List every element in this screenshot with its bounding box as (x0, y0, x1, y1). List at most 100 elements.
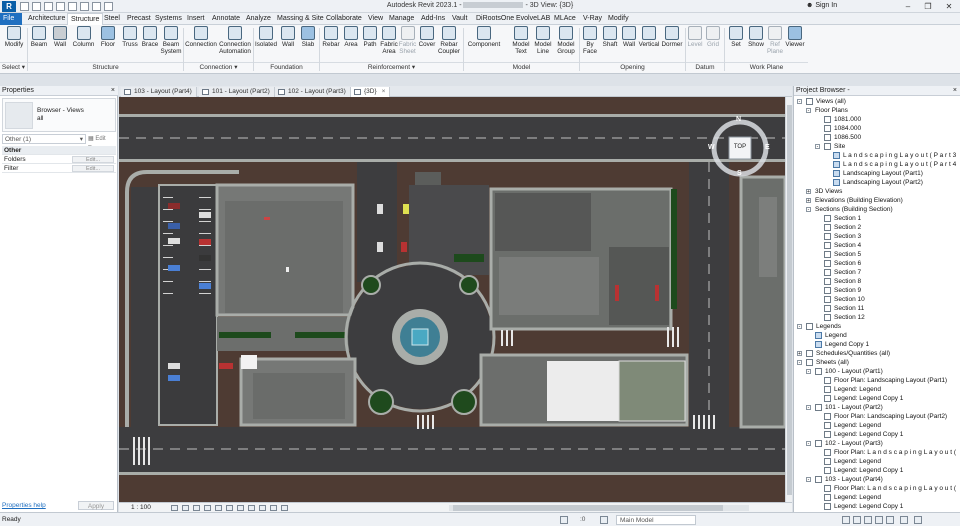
model-group-button[interactable]: Model Group (554, 26, 578, 62)
tab-analyze[interactable]: Analyze (243, 13, 274, 25)
browser-node[interactable]: L a n d s c a p i n g L a y o u t ( P a … (794, 160, 960, 169)
group-reinforcement[interactable]: Reinforcement ▾ (320, 62, 463, 72)
tab-systems[interactable]: Systems (152, 13, 185, 25)
project-browser-close-icon[interactable]: × (953, 86, 957, 96)
browser-node[interactable]: - Sections (Building Section) (794, 205, 960, 214)
scrollbar-thumb[interactable] (787, 105, 792, 495)
tab-manage[interactable]: Manage (386, 13, 417, 25)
tab-insert[interactable]: Insert (184, 13, 208, 25)
tab-architecture[interactable]: Architecture (25, 13, 68, 25)
compass-north[interactable]: N (736, 116, 741, 123)
tab-mlace[interactable]: MLAce (551, 13, 579, 25)
detail-level-icon[interactable] (171, 505, 178, 511)
dormer-button[interactable]: Dormer (660, 26, 684, 62)
column-button[interactable]: Column (71, 26, 96, 62)
browser-node[interactable]: Section 2 (794, 223, 960, 232)
properties-help-link[interactable]: Properties help (2, 502, 46, 509)
browser-node[interactable]: Landscaping Layout (Part2) (794, 178, 960, 187)
browser-node[interactable]: - Views (all) (794, 97, 960, 106)
tab-structure[interactable]: Structure (67, 13, 104, 25)
visual-style-icon[interactable] (182, 505, 189, 511)
temporary-hide-icon[interactable] (259, 505, 266, 511)
3d-view-canvas[interactable]: TOP N S E W (119, 97, 785, 502)
maximize-button[interactable]: ❐ (918, 1, 938, 12)
shadows-icon[interactable] (204, 505, 211, 511)
collapse-icon[interactable]: - (797, 99, 802, 105)
group-select[interactable]: Select ▾ (0, 62, 27, 72)
view-horizontal-scrollbar[interactable] (449, 505, 749, 511)
modify-button[interactable]: Modify (2, 26, 26, 62)
worksets-icon[interactable] (560, 516, 568, 524)
browser-node[interactable]: Legend: Legend (794, 493, 960, 502)
model-text-button[interactable]: Model Text (510, 26, 532, 62)
tab-view-3d[interactable]: {3D} × (351, 87, 391, 97)
select-by-face-icon[interactable] (875, 516, 883, 524)
browser-node[interactable]: Legend (794, 331, 960, 340)
tab-vault[interactable]: Vault (449, 13, 470, 25)
brace-button[interactable]: Brace (140, 26, 160, 62)
beam-system-button[interactable]: Beam System (160, 26, 182, 62)
floor-button[interactable]: Floor (97, 26, 119, 62)
filter-icon[interactable] (900, 516, 908, 524)
tab-close-icon[interactable]: × (382, 88, 386, 95)
tab-view[interactable]: View (365, 13, 386, 25)
apply-button[interactable]: Apply (78, 501, 114, 510)
by-face-button[interactable]: By Face (580, 26, 600, 62)
tab-dirootsone[interactable]: DiRootsOne (473, 13, 517, 25)
beam-button[interactable]: Beam (28, 26, 50, 62)
compass-west[interactable]: W (708, 144, 715, 151)
tab-evolvelab[interactable]: EvolveLAB (513, 13, 553, 25)
wall-foundation-button[interactable]: Wall (278, 26, 298, 62)
close-button[interactable]: ✕ (939, 1, 959, 12)
path-button[interactable]: Path (360, 26, 380, 62)
select-underlay-icon[interactable] (853, 516, 861, 524)
tab-precast[interactable]: Precast (124, 13, 154, 25)
fabric-area-button[interactable]: Fabric Area (380, 26, 398, 62)
expand-icon[interactable]: + (806, 198, 811, 204)
browser-node[interactable]: Section 10 (794, 295, 960, 304)
edit-type-button[interactable]: ▦ Edit Type (88, 134, 116, 152)
ref-plane-button[interactable]: Ref Plane (766, 26, 784, 62)
lock-view-icon[interactable] (248, 505, 255, 511)
cover-button[interactable]: Cover (417, 26, 437, 62)
wall-opening-button[interactable]: Wall (620, 26, 638, 62)
browser-node[interactable]: + Schedules/Quantities (all) (794, 349, 960, 358)
collapse-icon[interactable]: - (806, 405, 811, 411)
collapse-icon[interactable]: - (806, 477, 811, 483)
browser-node[interactable]: Floor Plan: Landscaping Layout (Part1) (794, 376, 960, 385)
connection-automation-button[interactable]: Connection Automation (218, 26, 252, 62)
collapse-icon[interactable]: - (797, 324, 802, 330)
shaft-button[interactable]: Shaft (600, 26, 620, 62)
browser-node[interactable]: Section 3 (794, 232, 960, 241)
folders-edit-button[interactable]: Edit... (72, 156, 114, 163)
component-button[interactable]: Component (464, 26, 504, 62)
tab-annotate[interactable]: Annotate (209, 13, 243, 25)
render-icon[interactable] (215, 505, 222, 511)
browser-node[interactable]: - 100 - Layout (Part1) (794, 367, 960, 376)
browser-node[interactable]: Section 1 (794, 214, 960, 223)
tab-view-101[interactable]: 101 - Layout (Part2) (199, 87, 275, 97)
show-crop-icon[interactable] (237, 505, 244, 511)
browser-node[interactable]: L a n d s c a p i n g L a y o u t ( P a … (794, 151, 960, 160)
view-vertical-scrollbar[interactable] (785, 97, 792, 502)
browser-node[interactable]: Floor Plan: Landscaping Layout (Part2) (794, 412, 960, 421)
compass-south[interactable]: S (737, 170, 742, 177)
collapse-icon[interactable]: - (806, 369, 811, 375)
area-button[interactable]: Area (342, 26, 360, 62)
view-cube-top[interactable]: TOP (729, 144, 751, 150)
browser-node[interactable]: Section 11 (794, 304, 960, 313)
browser-node[interactable]: 1081.000 (794, 115, 960, 124)
minimize-button[interactable]: – (898, 1, 918, 12)
vertical-button[interactable]: Vertical (638, 26, 660, 62)
browser-node[interactable]: Floor Plan: L a n d s c a p i n g L a y … (794, 448, 960, 457)
rebar-button[interactable]: Rebar (320, 26, 342, 62)
browser-node[interactable]: +3D Views (794, 187, 960, 196)
type-selector[interactable]: Browser - Views all (2, 98, 116, 132)
browser-node[interactable]: Floor Plan: L a n d s c a p i n g L a y … (794, 484, 960, 493)
browser-node[interactable]: - Sheets (all) (794, 358, 960, 367)
browser-node[interactable]: Section 4 (794, 241, 960, 250)
expand-icon[interactable]: + (806, 189, 811, 195)
select-pinned-icon[interactable] (864, 516, 872, 524)
viewer-button[interactable]: Viewer (784, 26, 806, 62)
browser-node[interactable]: 1084.000 (794, 124, 960, 133)
